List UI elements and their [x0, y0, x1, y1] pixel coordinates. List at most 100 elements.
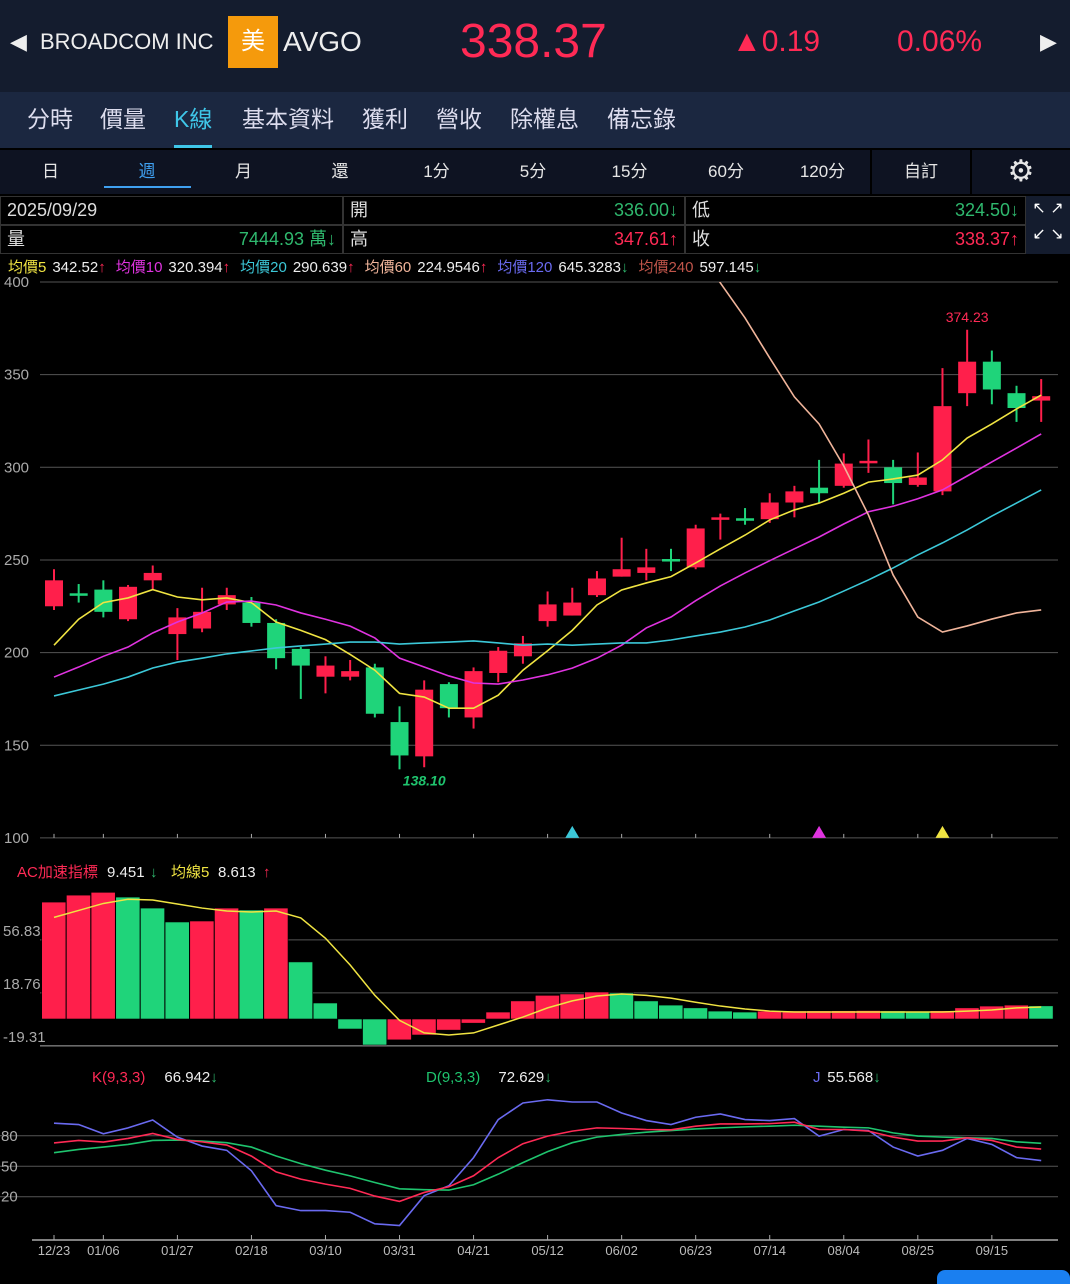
- candle-body: [193, 611, 212, 629]
- candle-body: [711, 517, 730, 520]
- y-tick-label: 400: [4, 274, 29, 291]
- ac-value: 9.451: [107, 864, 145, 881]
- tab-1[interactable]: 價量: [100, 104, 146, 134]
- x-date-label: 08/04: [827, 1243, 860, 1258]
- period-1[interactable]: 週: [100, 150, 195, 194]
- tab-5[interactable]: 營收: [436, 104, 482, 134]
- ac-arrow: ↓: [150, 864, 158, 881]
- candle: [859, 439, 878, 473]
- candle: [933, 368, 952, 496]
- tab-3[interactable]: 基本資料: [242, 104, 334, 134]
- ac-bar: [115, 896, 141, 1020]
- y-tick-label: 56.83: [3, 923, 41, 940]
- ac-bar: [757, 1010, 782, 1020]
- open-cell: 開 336.00↓: [343, 196, 685, 225]
- x-date-label: 02/18: [235, 1243, 268, 1258]
- ac-label: AC加速指標: [17, 864, 98, 881]
- candle-body: [637, 567, 656, 573]
- tab-2[interactable]: K線: [174, 104, 213, 148]
- ac-bar: [954, 1007, 980, 1020]
- ac-indicator-chart[interactable]: AC加速指標 9.451 ↓ 均線5 8.613 ↑ 56.83 18.76 -19.31: [0, 855, 1070, 1055]
- ac-ma-value: 8.613: [218, 864, 256, 881]
- candle: [908, 452, 927, 487]
- close-cell: 收 338.37↑: [685, 225, 1026, 254]
- ac-bar: [337, 1018, 363, 1030]
- y-tick-label: 20: [1, 1189, 18, 1206]
- x-date-label: 12/23: [38, 1243, 71, 1258]
- ohlc-info-table: 2025/09/29 開 336.00↓ 低 324.50↓ 量 7444.93 萬↓…: [0, 196, 1026, 254]
- ac-bar: [140, 907, 165, 1020]
- period-6[interactable]: 15分: [582, 150, 677, 194]
- ac-bar: [436, 1018, 462, 1031]
- floating-action-button[interactable]: [937, 1270, 1070, 1284]
- prev-stock-icon[interactable]: ◀: [10, 22, 27, 62]
- custom-period-button[interactable]: 自訂: [872, 150, 970, 194]
- candle-body: [958, 361, 977, 394]
- candle-body: [884, 467, 903, 484]
- candle: [538, 591, 557, 627]
- low-label: 低: [692, 200, 710, 220]
- x-date-label: 03/31: [383, 1243, 416, 1258]
- price-change-pct: 0.06%: [897, 25, 983, 58]
- kdj-line: [53, 1121, 1042, 1203]
- main-tabs: 分時 價量 K線 基本資料 獲利 營收 除權息 備忘錄: [0, 92, 1070, 148]
- period-4[interactable]: 1分: [389, 150, 484, 194]
- candle-body: [859, 460, 878, 464]
- ac-ma-arrow: ↑: [263, 864, 271, 881]
- candle-body: [45, 580, 63, 607]
- candle: [291, 647, 310, 699]
- kdj-indicator-chart[interactable]: K(9,3,3) 66.942 ↓ D(9,3,3) 72.629 ↓ J 55.568 ↓80…: [0, 1055, 1070, 1280]
- market-badge: 美: [228, 16, 278, 68]
- candle-body: [341, 671, 360, 677]
- candle: [415, 680, 434, 768]
- y-tick-label: 200: [4, 645, 29, 662]
- signal-triangle-icon: [812, 825, 827, 838]
- candle: [45, 569, 63, 610]
- candle-body: [736, 518, 755, 521]
- candlestick-chart[interactable]: 400 350 300 250 200 150 100 374.23 138.10: [0, 270, 1070, 850]
- candle-body: [908, 477, 927, 485]
- price-change: ▲0.19: [732, 25, 821, 58]
- candle: [587, 571, 606, 598]
- candle-body: [390, 722, 409, 756]
- period-8[interactable]: 120分: [775, 150, 870, 194]
- tab-7[interactable]: 備忘錄: [607, 104, 676, 134]
- candle-body: [587, 578, 606, 596]
- tab-4[interactable]: 獲利: [362, 104, 408, 134]
- high-value: 347.61↑: [613, 229, 678, 249]
- y-tick-label: 150: [4, 737, 29, 754]
- y-tick-label: -19.31: [3, 1029, 46, 1046]
- tab-0[interactable]: 分時: [27, 104, 73, 134]
- candle: [94, 580, 113, 618]
- date-cell: 2025/09/29: [0, 196, 343, 225]
- x-date-label: 07/14: [753, 1243, 786, 1258]
- period-3[interactable]: 還: [293, 150, 388, 194]
- ac-bar: [263, 907, 289, 1020]
- candle: [316, 656, 335, 694]
- high-cell: 高 347.61↑: [343, 225, 685, 254]
- settings-gear-icon[interactable]: ⚙: [972, 150, 1070, 194]
- candle-body: [933, 406, 952, 492]
- ac-bar: [460, 1018, 486, 1024]
- kdj-label: K(9,3,3): [92, 1069, 145, 1086]
- candle-body: [538, 604, 557, 622]
- y-tick-label: 250: [4, 552, 29, 569]
- ac-bar: [707, 1010, 733, 1020]
- high-price-label: 374.23: [946, 309, 989, 325]
- ac-bar: [386, 1018, 412, 1041]
- candle: [760, 493, 779, 523]
- period-0[interactable]: 日: [3, 150, 98, 194]
- expand-fullscreen-icon[interactable]: ↖ ↗ ↙ ↘: [1026, 196, 1070, 254]
- candle-body: [612, 569, 631, 577]
- tab-6[interactable]: 除權息: [510, 104, 579, 134]
- period-7[interactable]: 60分: [679, 150, 774, 194]
- period-5[interactable]: 5分: [486, 150, 581, 194]
- period-2[interactable]: 月: [196, 150, 291, 194]
- next-stock-icon[interactable]: ▶: [1040, 22, 1057, 62]
- ac-bar: [485, 1011, 511, 1020]
- kdj-line: [53, 1124, 1042, 1191]
- ac-bar: [41, 901, 67, 1020]
- candle: [143, 565, 162, 590]
- ac-bar: [658, 1004, 684, 1020]
- open-value: 336.00↓: [613, 200, 678, 220]
